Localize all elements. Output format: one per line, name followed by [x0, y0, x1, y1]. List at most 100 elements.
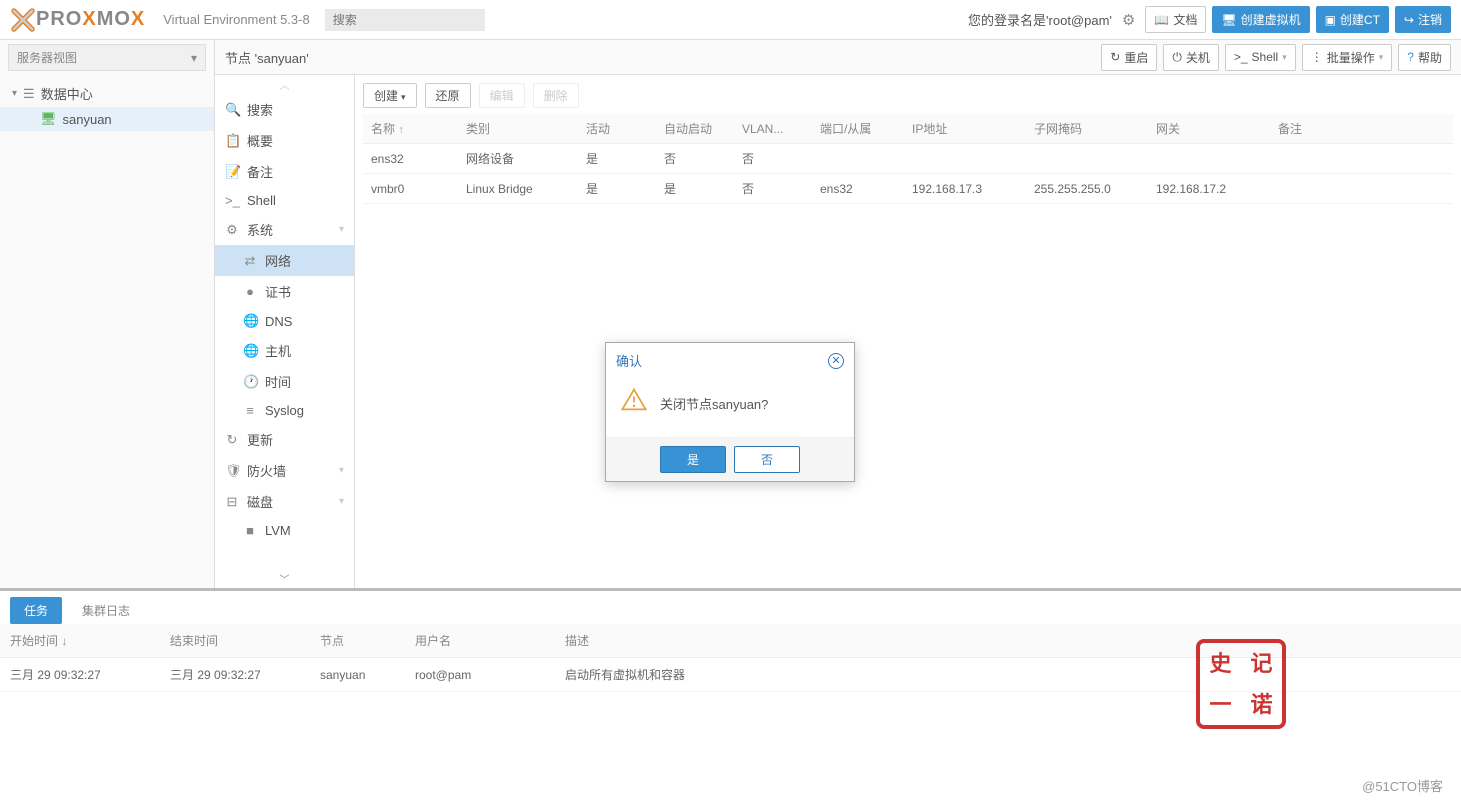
- nav-item-证书[interactable]: ●证书: [215, 276, 354, 307]
- nav-item-shell[interactable]: >_Shell: [215, 187, 354, 214]
- col-user[interactable]: 用户名: [405, 624, 555, 658]
- node-label: sanyuan: [63, 112, 112, 127]
- nav-item-时间[interactable]: 🕐 时间: [215, 366, 354, 397]
- confirm-dialog: 确认 ✕ 关闭节点sanyuan? 是 否: [605, 342, 855, 482]
- cell-slave: ens32: [812, 174, 904, 204]
- gear-icon[interactable]: ⚙: [1122, 11, 1135, 29]
- chevron-down-icon: ▾: [339, 465, 344, 476]
- nav-label: Shell: [247, 193, 276, 208]
- cell-ip: 192.168.17.3: [904, 174, 1026, 204]
- sort-down-icon: ↓: [61, 634, 67, 648]
- cell-slave: [812, 144, 904, 174]
- nav-icon: ⊟: [225, 494, 239, 510]
- restore-button[interactable]: 还原: [425, 83, 471, 108]
- cell-gateway: 192.168.17.2: [1148, 174, 1270, 204]
- bulk-button[interactable]: ⋮ 批量操作 ▾: [1302, 44, 1393, 71]
- create-network-button[interactable]: 创建▾: [363, 83, 417, 108]
- nav-label: LVM: [265, 523, 291, 538]
- nav-label: 时间: [265, 372, 291, 391]
- view-selector[interactable]: 服务器视图 ▾: [8, 44, 206, 71]
- nav-icon: ≡: [243, 403, 257, 418]
- create-ct-button[interactable]: ▣创建CT: [1316, 6, 1389, 33]
- help-label: 帮助: [1418, 49, 1442, 66]
- cell-end: 三月 29 09:32:27: [160, 658, 310, 692]
- col-header[interactable]: 子网掩码: [1026, 114, 1148, 144]
- nav-item-更新[interactable]: ↻更新: [215, 424, 354, 455]
- nav-item-网络[interactable]: ⇄网络: [215, 245, 354, 276]
- col-header[interactable]: 自动启动: [656, 114, 734, 144]
- logout-icon: ↪: [1404, 13, 1414, 27]
- close-icon[interactable]: ✕: [828, 353, 844, 369]
- content-header: 节点 'sanyuan' ↻ 重启 ⏻ 关机 >_ Shell ▾ ⋮ 批量操作…: [215, 40, 1461, 75]
- nav-item-搜索[interactable]: 🔍搜索: [215, 94, 354, 125]
- col-header[interactable]: 网关: [1148, 114, 1270, 144]
- tree-node-sanyuan[interactable]: 🖥 sanyuan: [0, 107, 214, 131]
- nav-item-磁盘[interactable]: ⊟磁盘▾: [215, 486, 354, 517]
- col-header[interactable]: 活动: [578, 114, 656, 144]
- nav-item-lvm[interactable]: ■LVM: [215, 517, 354, 544]
- chevron-down-icon: ▾: [1282, 52, 1287, 63]
- col-end[interactable]: 结束时间: [160, 624, 310, 658]
- col-header[interactable]: 备注: [1270, 114, 1453, 144]
- dialog-message: 关闭节点sanyuan?: [660, 394, 768, 413]
- cell-note: [1270, 174, 1453, 204]
- yes-button[interactable]: 是: [660, 446, 726, 473]
- create-label: 创建: [374, 89, 398, 103]
- col-header[interactable]: 名称 ↑: [363, 114, 458, 144]
- shutdown-button[interactable]: ⏻ 关机: [1163, 44, 1219, 71]
- caret-down-icon: ▾: [401, 92, 406, 102]
- col-header[interactable]: IP地址: [904, 114, 1026, 144]
- resource-tree: ▾ ☰ 数据中心 🖥 sanyuan: [0, 75, 214, 136]
- tree-datacenter[interactable]: ▾ ☰ 数据中心: [0, 80, 214, 107]
- logout-button[interactable]: ↪注销: [1395, 6, 1451, 33]
- col-header[interactable]: VLAN...: [734, 114, 812, 144]
- scroll-up-icon[interactable]: ︿: [215, 75, 354, 94]
- restart-button[interactable]: ↻ 重启: [1101, 44, 1157, 71]
- chevron-down-icon: ▾: [1379, 52, 1384, 63]
- nav-item-备注[interactable]: 📝备注: [215, 156, 354, 187]
- scroll-down-icon[interactable]: ﹀: [215, 569, 354, 588]
- nav-icon: 🌐: [243, 343, 257, 359]
- dialog-footer: 是 否: [606, 437, 854, 481]
- cell-type: Linux Bridge: [458, 174, 578, 204]
- warning-icon: [620, 386, 648, 421]
- cell-vlan: 否: [734, 144, 812, 174]
- chevron-down-icon: ▾: [339, 496, 344, 507]
- content-actions: ↻ 重启 ⏻ 关机 >_ Shell ▾ ⋮ 批量操作 ▾ ? 帮助: [1101, 44, 1451, 71]
- nav-item-主机[interactable]: 🌐主机: [215, 335, 354, 366]
- nav-item-防火墙[interactable]: 🛡防火墙▾: [215, 455, 354, 486]
- main-area: 服务器视图 ▾ ▾ ☰ 数据中心 🖥 sanyuan 节点 'sanyuan' …: [0, 40, 1461, 588]
- refresh-icon: ↻: [1110, 50, 1120, 64]
- col-desc[interactable]: 描述: [555, 624, 1461, 658]
- shell-button[interactable]: >_ Shell ▾: [1225, 44, 1296, 71]
- sub-nav: ︿ 🔍搜索📋概要📝备注>_Shell⚙系统▾⇄网络●证书🌐DNS🌐主机🕐时间≡S…: [215, 75, 355, 588]
- nav-item-syslog[interactable]: ≡Syslog: [215, 397, 354, 424]
- nav-icon: ●: [243, 284, 257, 299]
- cell-node: sanyuan: [310, 658, 405, 692]
- nav-item-概要[interactable]: 📋概要: [215, 125, 354, 156]
- chevron-down-icon: ▾: [339, 224, 344, 235]
- docs-button[interactable]: 📖文档: [1145, 6, 1206, 33]
- nav-icon: 🕐: [243, 374, 257, 390]
- table-row[interactable]: vmbr0Linux Bridge是是否ens32192.168.17.3255…: [363, 174, 1453, 204]
- help-button[interactable]: ? 帮助: [1398, 44, 1451, 71]
- watermark-text: @51CTO博客: [1362, 776, 1443, 795]
- nav-item-dns[interactable]: 🌐DNS: [215, 307, 354, 335]
- col-header[interactable]: 类别: [458, 114, 578, 144]
- col-header[interactable]: 端口/从属: [812, 114, 904, 144]
- cell-active: 是: [578, 144, 656, 174]
- create-vm-button[interactable]: 🖥创建虚拟机: [1212, 6, 1309, 33]
- tab-tasks[interactable]: 任务: [10, 597, 62, 624]
- nav-icon: 🌐: [243, 313, 257, 329]
- cell-active: 是: [578, 174, 656, 204]
- nav-item-系统[interactable]: ⚙系统▾: [215, 214, 354, 245]
- no-button[interactable]: 否: [734, 446, 800, 473]
- search-input[interactable]: [325, 9, 485, 31]
- cell-name: ens32: [363, 144, 458, 174]
- cell-desc: 启动所有虚拟机和容器: [555, 658, 1461, 692]
- col-node[interactable]: 节点: [310, 624, 405, 658]
- table-toolbar: 创建▾ 还原 编辑 删除: [363, 83, 1453, 108]
- table-row[interactable]: ens32网络设备是否否: [363, 144, 1453, 174]
- tab-cluster-log[interactable]: 集群日志: [68, 597, 144, 624]
- col-start[interactable]: 开始时间 ↓: [0, 624, 160, 658]
